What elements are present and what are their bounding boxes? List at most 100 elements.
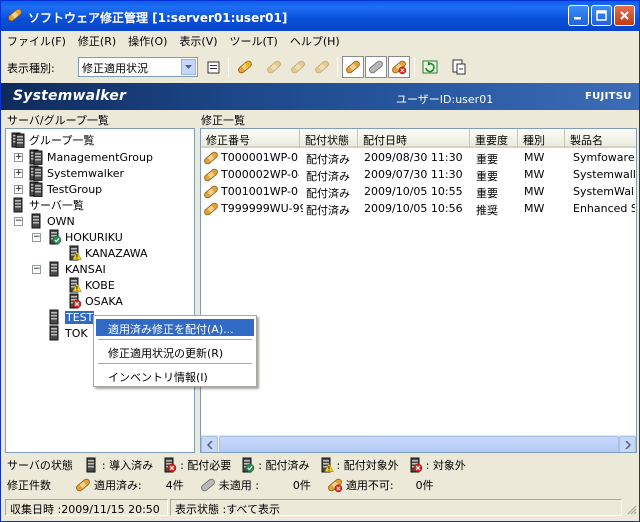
download-fix-icon — [314, 59, 330, 75]
close-button[interactable] — [614, 5, 635, 26]
fix-list: 修正番号 配付状態 配付日時 重要度 種別 製品名 T000001WP-01 配… — [200, 128, 637, 453]
resize-grip-icon[interactable] — [625, 503, 637, 515]
column-product-name[interactable]: 製品名 — [565, 129, 636, 148]
applied-fix-icon — [75, 477, 91, 493]
scroll-right-icon[interactable] — [619, 436, 636, 452]
expand-toggle[interactable]: + — [14, 153, 23, 162]
vendor-logo: FUJITSU — [585, 91, 632, 102]
expand-toggle[interactable]: + — [14, 169, 23, 178]
tree-node-kansai[interactable]: KANSAI — [46, 261, 106, 277]
collapse-toggle[interactable]: − — [32, 233, 41, 242]
tree-node-kobe[interactable]: KOBE — [66, 277, 115, 293]
export-icon — [452, 59, 466, 75]
server-icon — [10, 197, 26, 213]
collapse-toggle[interactable]: − — [32, 265, 41, 274]
edit-fix-button[interactable] — [263, 56, 285, 78]
server-icon — [28, 213, 44, 229]
collected-at: 収集日時 :2009/11/15 20:50 — [5, 499, 168, 516]
status-bar: 収集日時 :2009/11/15 20:50 表示状態 :すべて表示 — [1, 497, 639, 517]
tree-node-osaka[interactable]: OSAKA — [66, 293, 123, 309]
tree-node-group-root[interactable]: グループ一覧 — [10, 132, 94, 148]
properties-button[interactable] — [203, 56, 225, 78]
export-button[interactable] — [448, 56, 470, 78]
server-distributed-icon — [46, 229, 62, 245]
maximize-button[interactable] — [591, 5, 612, 26]
tree-node-managementgroup[interactable]: ManagementGroup — [28, 149, 153, 165]
list-pane-title: 修正一覧 — [201, 114, 245, 127]
server-not-target-icon — [318, 457, 334, 473]
tree-node-testgroup[interactable]: TestGroup — [28, 181, 102, 197]
menu-item-distribute-applied[interactable]: 適用済み修正を配付(A)... — [96, 319, 254, 336]
server-excluded-icon — [66, 293, 82, 309]
brand-logo: Systemwalker — [13, 88, 127, 104]
menu-view[interactable]: 表示(V) — [173, 33, 223, 49]
add-fix-button[interactable] — [234, 56, 256, 78]
fix-count-label: 修正件数 — [7, 479, 51, 492]
properties-icon — [207, 61, 220, 74]
expand-toggle[interactable]: + — [14, 185, 23, 194]
applied-fix-icon — [345, 59, 361, 75]
server-icon — [46, 309, 62, 325]
display-type-select[interactable]: 修正適用状況 — [78, 57, 198, 77]
tree-node-systemwalker[interactable]: Systemwalker — [28, 165, 124, 181]
menu-item-update-status[interactable]: 修正適用状況の更新(R) — [96, 343, 254, 360]
column-type[interactable]: 種別 — [518, 129, 565, 148]
chevron-down-icon[interactable] — [181, 59, 196, 75]
display-state: 表示状態 :すべて表示 — [170, 499, 622, 516]
collapse-toggle[interactable]: − — [14, 217, 23, 226]
applied-fix-icon — [203, 167, 219, 183]
applied-fix-icon — [203, 150, 219, 166]
title-bar[interactable]: ソフトウェア修正管理 [1:server01:user01] — [1, 1, 639, 31]
user-id-label: ユーザーID:user01 — [396, 93, 494, 106]
filter-unapplied-button[interactable] — [365, 56, 387, 78]
delete-fix-button[interactable] — [287, 56, 309, 78]
tree-node-hokuriku[interactable]: HOKURIKU — [46, 229, 123, 245]
tree-node-tok[interactable]: TOK — [46, 325, 88, 341]
menu-tools[interactable]: ツール(T) — [224, 33, 284, 49]
filter-inapplicable-button[interactable] — [388, 56, 410, 78]
column-distribution-date[interactable]: 配付日時 — [358, 129, 470, 148]
menu-help[interactable]: ヘルプ(H) — [284, 33, 346, 49]
toolbar: 表示種別: 修正適用状況 — [1, 53, 639, 81]
inapplicable-count: 0件 — [415, 479, 434, 492]
applied-fix-icon — [203, 184, 219, 200]
column-distribution-state[interactable]: 配付状態 — [300, 129, 358, 148]
menu-operation[interactable]: 操作(O) — [122, 33, 173, 49]
download-fix-button[interactable] — [311, 56, 333, 78]
close-icon — [620, 11, 629, 20]
applied-fix-icon — [203, 201, 219, 217]
group-icon — [28, 181, 44, 197]
server-icon — [46, 325, 62, 341]
maximize-icon — [596, 10, 607, 21]
menu-bar: ファイル(F) 修正(R) 操作(O) 表示(V) ツール(T) ヘルプ(H) — [1, 31, 639, 51]
menu-fix[interactable]: 修正(R) — [72, 33, 122, 49]
window-title: ソフトウェア修正管理 [1:server01:user01] — [28, 11, 288, 25]
tree-node-test[interactable]: TEST — [46, 309, 95, 325]
delete-fix-icon — [290, 59, 306, 75]
tree-node-kanazawa[interactable]: KANAZAWA — [66, 245, 148, 261]
menu-item-inventory[interactable]: インベントリ情報(I) — [96, 367, 254, 384]
scroll-left-icon[interactable] — [201, 436, 218, 452]
edit-fix-icon — [266, 59, 282, 75]
app-icon — [7, 7, 23, 23]
menu-file[interactable]: ファイル(F) — [1, 33, 72, 49]
column-severity[interactable]: 重要度 — [470, 129, 518, 148]
server-target-excluded-icon — [407, 457, 423, 473]
tree-node-own[interactable]: OWN — [28, 213, 75, 229]
column-fix-number[interactable]: 修正番号 — [201, 129, 300, 148]
display-type-value: 修正適用状況 — [82, 62, 148, 75]
refresh-button[interactable] — [419, 56, 441, 78]
group-icon — [28, 165, 44, 181]
horizontal-scrollbar[interactable] — [201, 435, 636, 452]
context-menu: 適用済み修正を配付(A)... 修正適用状況の更新(R) インベントリ情報(I) — [93, 315, 257, 387]
group-icon — [10, 132, 26, 148]
minimize-button[interactable] — [568, 5, 589, 26]
tree-pane-title: サーバ/グループ一覧 — [7, 114, 109, 127]
tree-node-server-root[interactable]: サーバ一覧 — [10, 197, 84, 213]
scroll-thumb[interactable] — [219, 436, 619, 452]
server-icon — [83, 457, 99, 473]
product-banner: Systemwalker ユーザーID:user01 FUJITSU — [1, 83, 639, 110]
server-excluded-icon — [161, 457, 177, 473]
add-fix-icon — [237, 59, 253, 75]
filter-applied-button[interactable] — [342, 56, 364, 78]
